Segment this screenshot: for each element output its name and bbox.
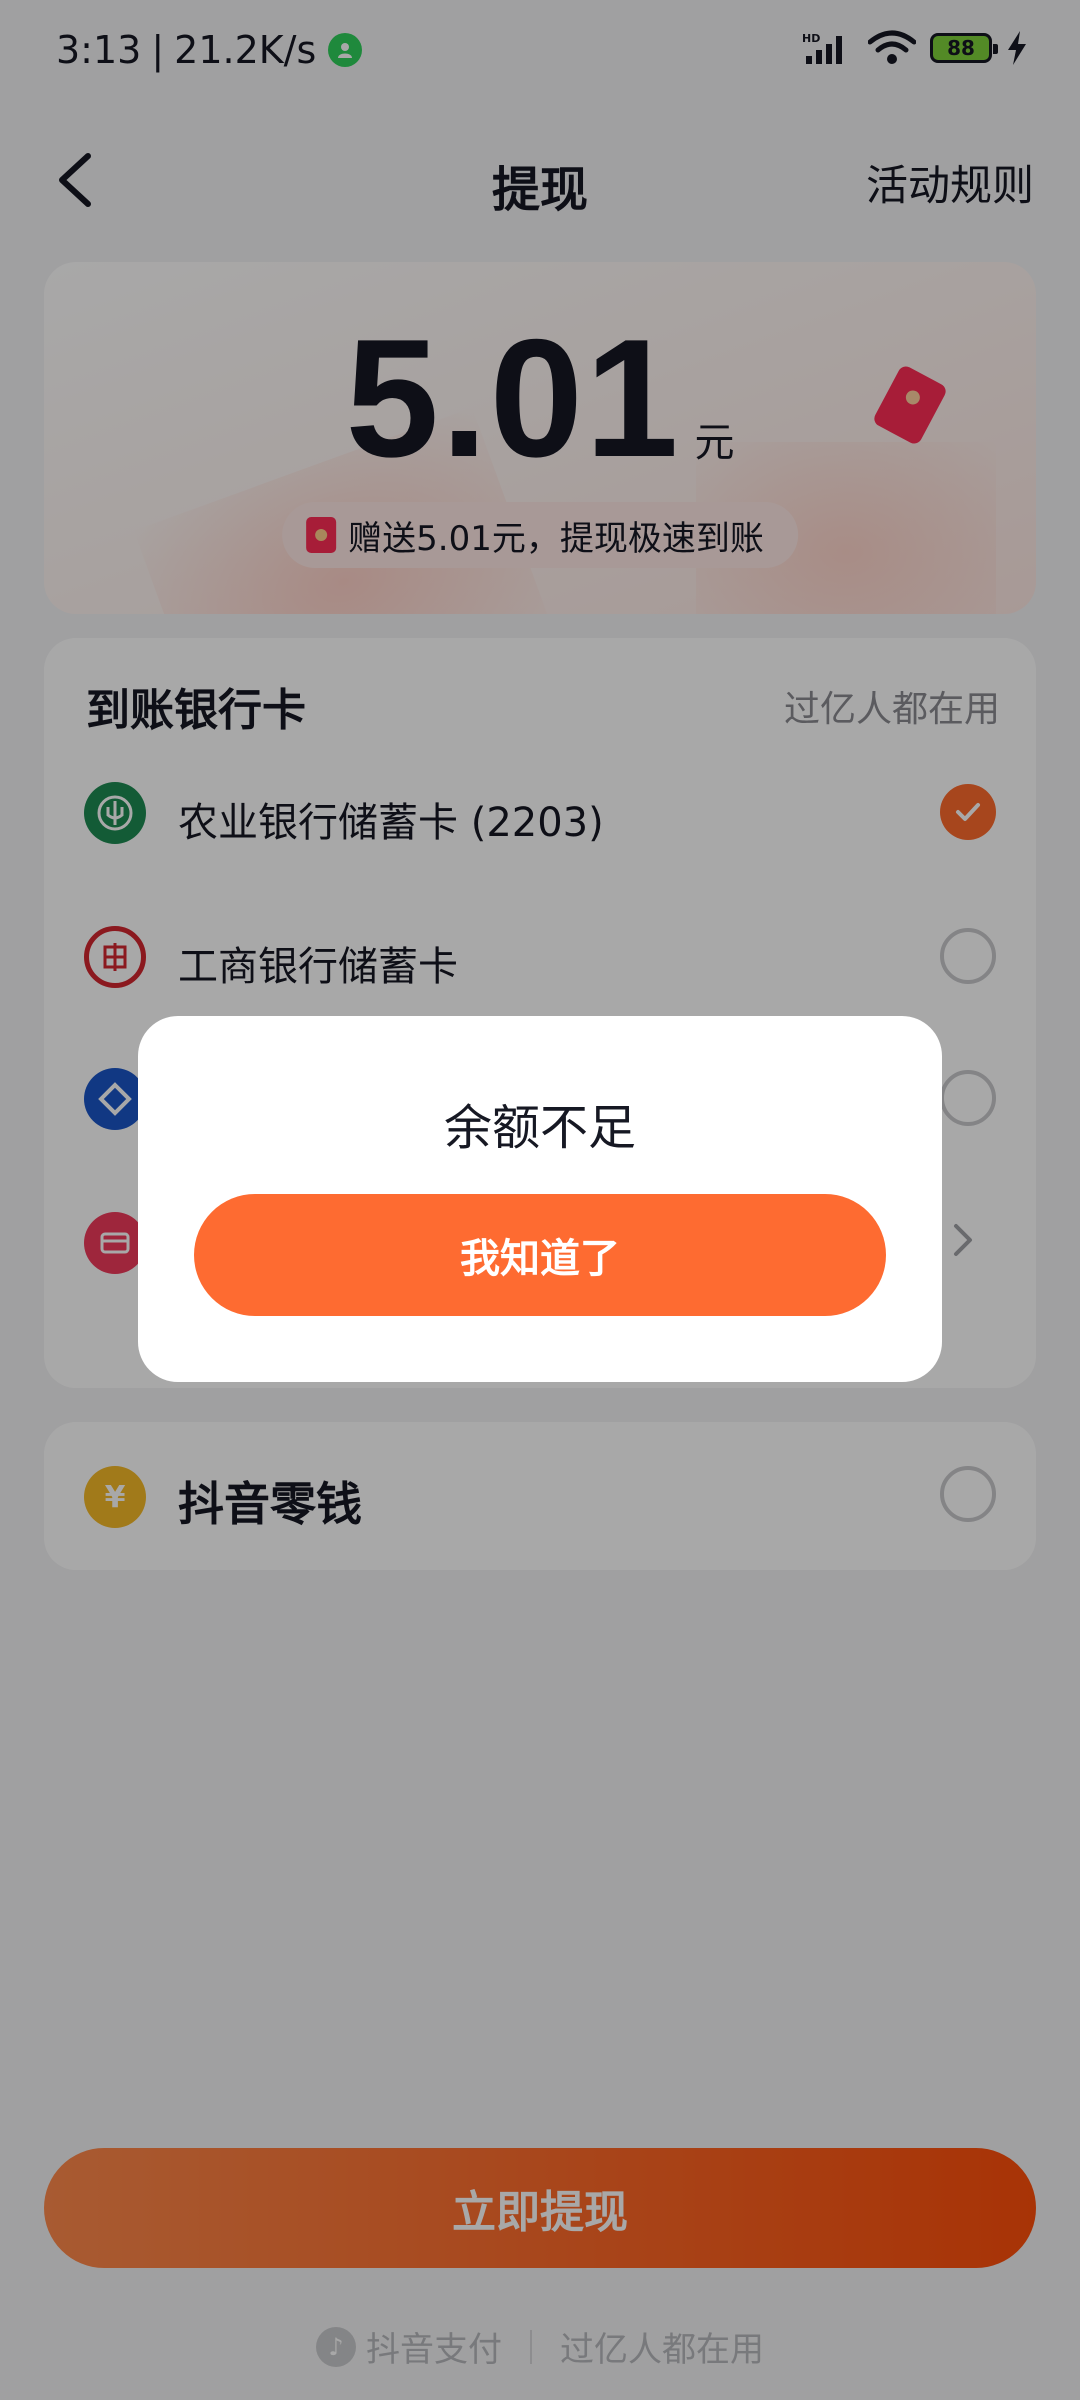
withdraw-screen: 3:13 | 21.2K/s HD 88 提现 活动规则 5.01 元 赠送5.… <box>0 0 1080 2400</box>
dialog-title: 余额不足 <box>443 1100 636 1156</box>
insufficient-balance-dialog: 余额不足 我知道了 <box>138 1016 942 1382</box>
got-it-button[interactable]: 我知道了 <box>194 1194 886 1316</box>
